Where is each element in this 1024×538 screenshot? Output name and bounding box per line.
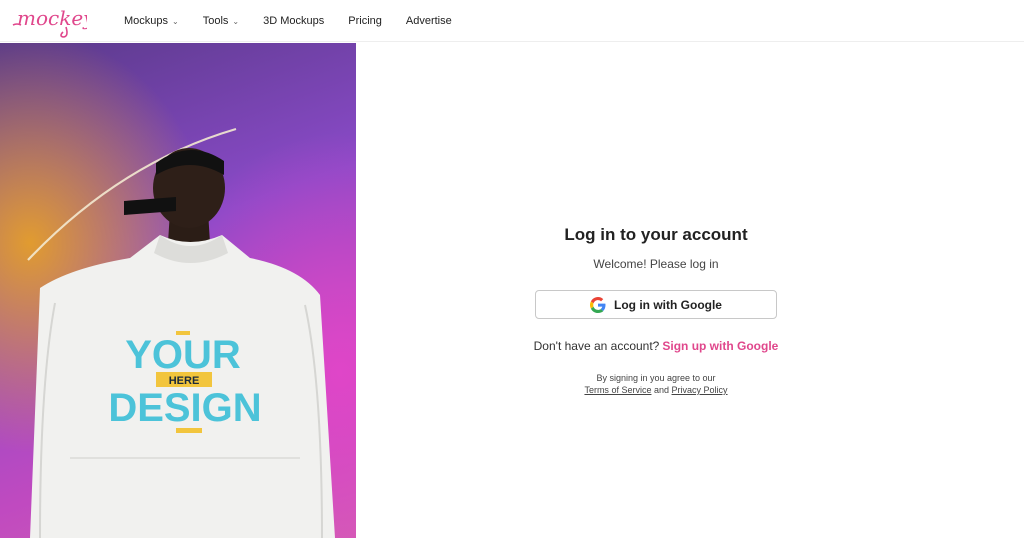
logo-text: mockey — [17, 6, 87, 30]
chevron-down-icon: ⌄ — [232, 16, 240, 26]
login-panel: Log in to your account Welcome! Please l… — [356, 43, 1024, 538]
terms-notice: By signing in you agree to our Terms of … — [356, 372, 956, 396]
google-login-label: Log in with Google — [614, 297, 722, 312]
terms-of-service-link[interactable]: Terms of Service — [584, 385, 651, 395]
terms-prefix: By signing in you agree to our — [596, 373, 716, 383]
login-subtitle: Welcome! Please log in — [593, 257, 719, 271]
hero-mockup-image: YOUR HERE DESIGN — [0, 43, 356, 538]
nav-item-label: 3D Mockups — [263, 15, 325, 27]
nav-item-3d-mockups[interactable]: 3D Mockups — [263, 15, 324, 27]
privacy-policy-link[interactable]: Privacy Policy — [672, 385, 728, 395]
nav-item-label: Pricing — [348, 15, 382, 27]
google-login-button[interactable]: Log in with Google — [535, 290, 777, 319]
chevron-down-icon: ⌄ — [172, 16, 179, 26]
print-line2: DESIGN — [108, 386, 261, 430]
nav-item-label: Mockups — [124, 15, 169, 27]
signup-prompt: Don't have an account? — [533, 339, 660, 353]
terms-and: and — [653, 385, 670, 395]
login-title: Log in to your account — [564, 225, 748, 244]
top-navbar: mockey Mockups ⌄ Tools ⌄ 3D Mockups Pric… — [0, 0, 1024, 42]
nav-item-label: Tools — [202, 15, 229, 27]
signup-with-google-link[interactable]: Sign up with Google — [662, 339, 778, 353]
main-menu: Mockups ⌄ Tools ⌄ 3D Mockups Pricing Adv… — [124, 0, 476, 42]
mockey-logo[interactable]: mockey — [11, 3, 87, 39]
nav-item-mockups[interactable]: Mockups ⌄ — [124, 15, 179, 27]
google-g-icon — [590, 296, 606, 313]
nav-item-pricing[interactable]: Pricing — [348, 15, 382, 27]
print-line1: YOUR — [125, 333, 241, 377]
nav-item-tools[interactable]: Tools ⌄ — [203, 15, 239, 27]
nav-item-label: Advertise — [405, 15, 452, 27]
signup-line: Don't have an account? Sign up with Googl… — [356, 339, 956, 353]
nav-item-advertise[interactable]: Advertise — [406, 15, 452, 27]
